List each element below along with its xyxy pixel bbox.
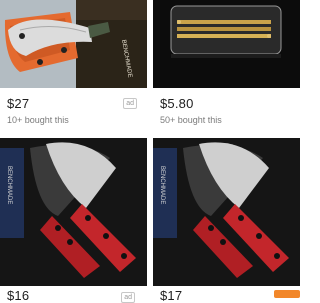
folding-knives-image: BENCHMADE	[153, 138, 300, 286]
price: $27	[7, 96, 30, 111]
folding-knives-image: BENCHMADE	[0, 138, 147, 286]
svg-text:BENCHMADE: BENCHMADE	[6, 166, 12, 204]
price: $17	[160, 288, 183, 303]
product-image-4[interactable]: BENCHMADE	[153, 138, 300, 286]
product-image-2[interactable]	[153, 0, 300, 88]
product-image-1[interactable]: BENCHMADE	[0, 0, 147, 88]
product-card-3[interactable]: BENCHMADE $16 ad	[0, 138, 147, 303]
price: $5.80	[160, 96, 194, 111]
pin-kit-image	[153, 0, 300, 88]
bought-count: 50+ bought this	[160, 115, 222, 125]
product-card-2[interactable]: $5.80 50+ bought this	[153, 0, 300, 136]
bought-count: 10+ bought this	[7, 115, 69, 125]
ad-badge: ad	[121, 292, 135, 303]
ad-badge: ad	[123, 98, 137, 109]
knife-sheath-image: BENCHMADE	[0, 0, 147, 88]
orange-badge	[274, 290, 300, 298]
price: $16	[7, 288, 30, 303]
product-card-4[interactable]: BENCHMADE $17	[153, 138, 300, 303]
svg-text:BENCHMADE: BENCHMADE	[159, 166, 165, 204]
product-grid: BENCHMADE $27 ad 10+ bought this $5.80 5…	[0, 0, 300, 303]
product-image-3[interactable]: BENCHMADE	[0, 138, 147, 286]
product-card-1[interactable]: BENCHMADE $27 ad 10+ bought this	[0, 0, 147, 136]
